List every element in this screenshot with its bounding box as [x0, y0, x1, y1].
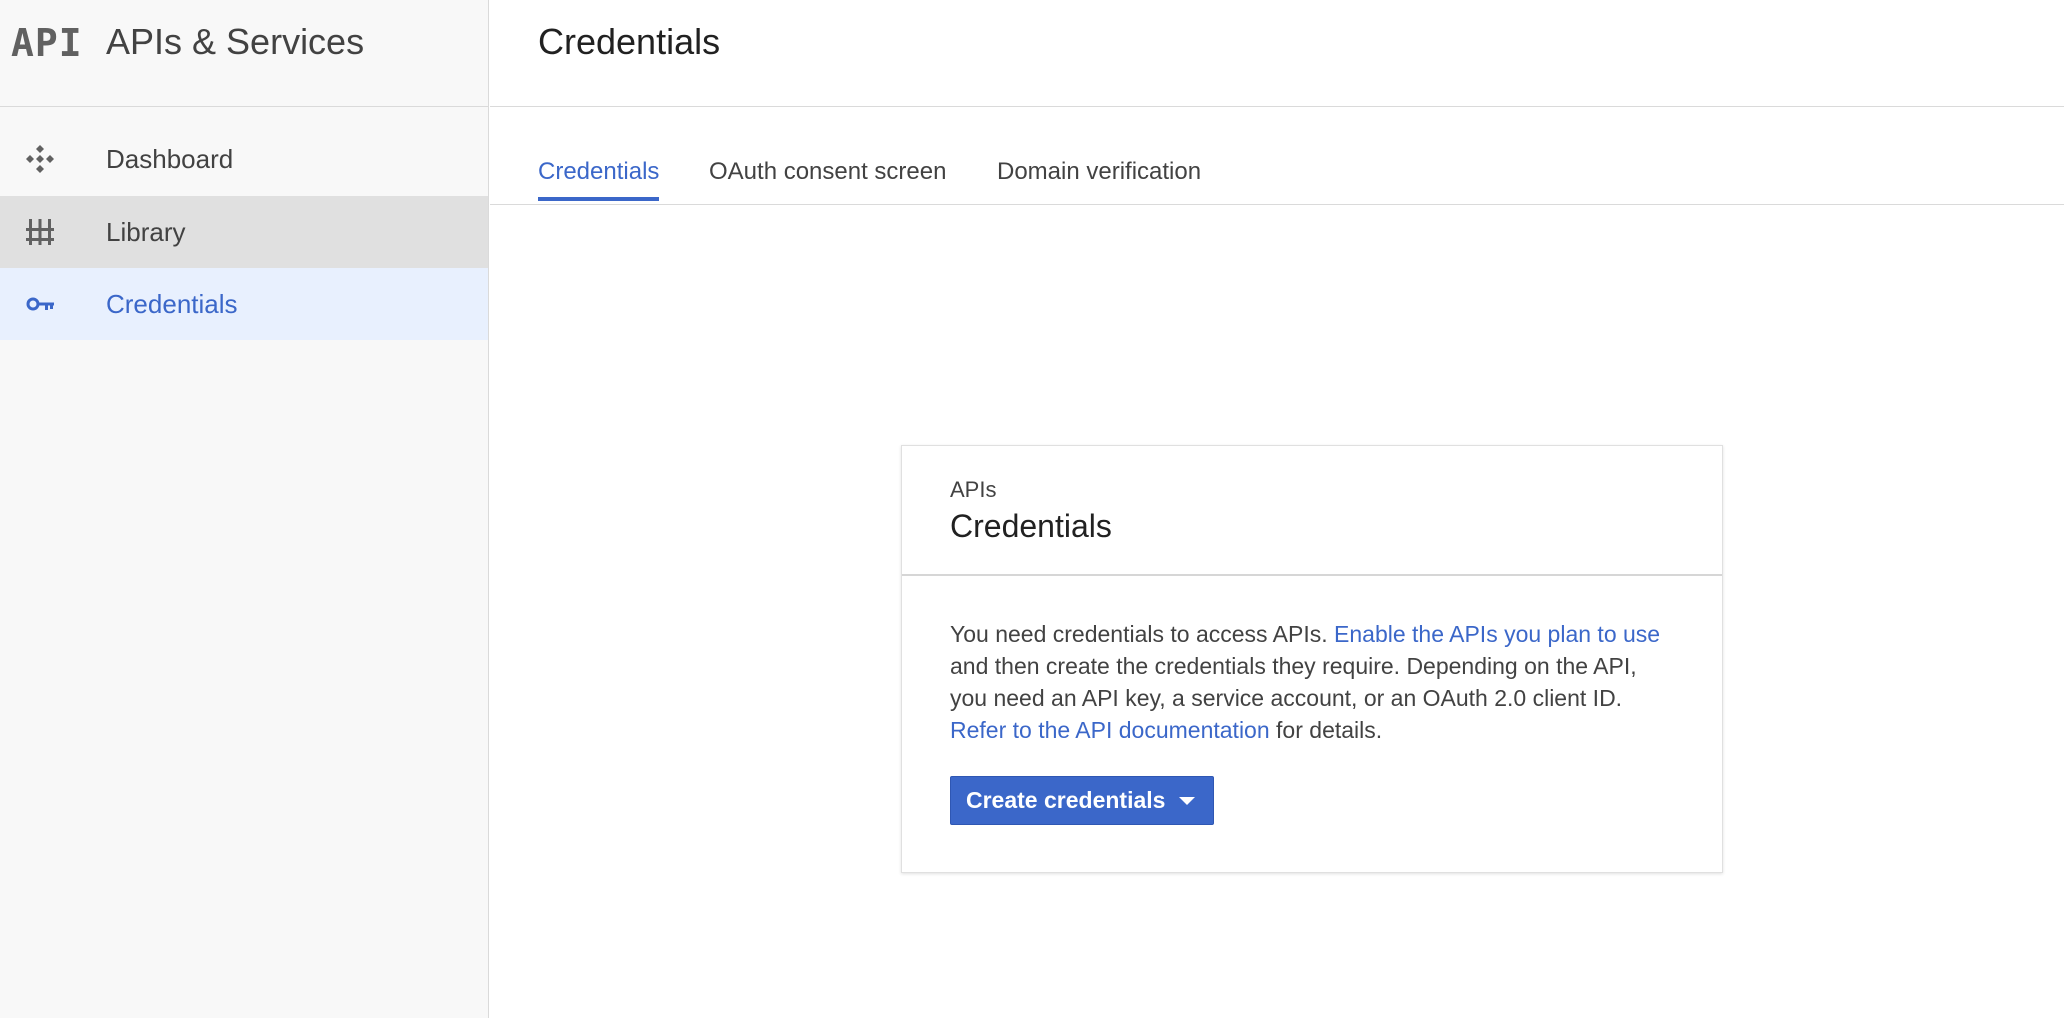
app-root: API APIs & Services Dashboard Library Cr…	[0, 0, 2064, 1018]
library-icon	[26, 219, 54, 245]
key-icon	[26, 297, 54, 311]
credentials-empty-card: APIs Credentials You need credentials to…	[901, 445, 1723, 873]
card-text-3: for details.	[1269, 717, 1383, 743]
main-header: Credentials	[490, 0, 2064, 107]
product-title: APIs & Services	[106, 21, 365, 62]
enable-apis-link[interactable]: Enable the APIs you plan to use	[1334, 621, 1660, 647]
api-logo: API	[11, 21, 83, 65]
sidebar-item-dashboard[interactable]: Dashboard	[0, 123, 488, 195]
dashboard-icon	[26, 145, 54, 173]
tab-credentials[interactable]: Credentials	[538, 157, 660, 201]
card-title: Credentials	[950, 508, 1112, 544]
create-credentials-label: Create credentials	[966, 787, 1166, 813]
card-header: APIs Credentials	[902, 446, 1722, 576]
card-description: You need credentials to access APIs. Ena…	[950, 618, 1680, 746]
page-title: Credentials	[538, 21, 721, 62]
api-documentation-link[interactable]: Refer to the API documentation	[950, 717, 1270, 743]
tab-bar: Credentials OAuth consent screen Domain …	[490, 107, 2064, 205]
card-text-1: You need credentials to access APIs.	[950, 621, 1335, 647]
sidebar: API APIs & Services Dashboard Library Cr…	[0, 0, 489, 1018]
sidebar-item-label: Dashboard	[106, 144, 234, 174]
tab-oauth-consent-screen[interactable]: OAuth consent screen	[709, 157, 946, 187]
card-text-2: and then create the credentials they req…	[950, 653, 1637, 711]
sidebar-header: API APIs & Services	[0, 0, 488, 107]
card-kicker: APIs	[950, 477, 997, 502]
caret-down-icon	[1179, 797, 1195, 805]
sidebar-item-library[interactable]: Library	[0, 196, 488, 268]
tab-domain-verification[interactable]: Domain verification	[997, 157, 1201, 187]
sidebar-item-label: Library	[106, 217, 186, 247]
sidebar-item-credentials[interactable]: Credentials	[0, 268, 488, 340]
create-credentials-button[interactable]: Create credentials	[950, 776, 1214, 825]
sidebar-item-label: Credentials	[106, 289, 238, 319]
